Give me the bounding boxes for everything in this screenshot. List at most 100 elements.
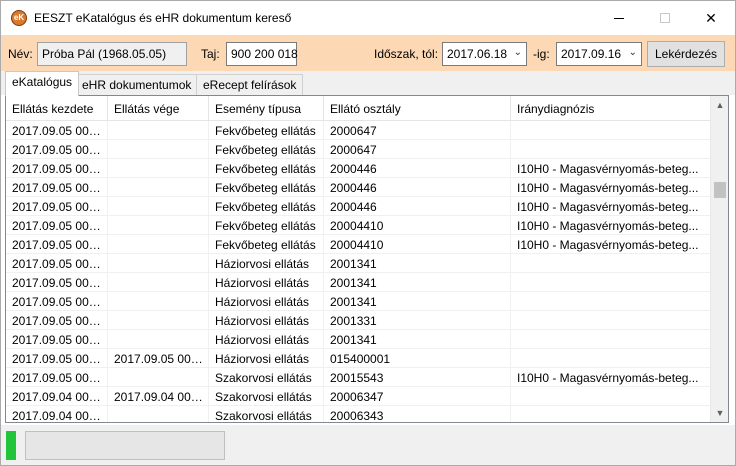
scroll-down-icon[interactable]: ▼ xyxy=(711,404,728,422)
column-header-diagnosis[interactable]: Iránydiagnózis xyxy=(511,96,710,121)
cell-diagnosis xyxy=(511,406,710,422)
table-row[interactable]: 2017.09.05 00:00 Fekvőbeteg ellátás 200044… xyxy=(6,159,710,178)
table-row[interactable]: 2017.09.05 00:00 Fekvőbeteg ellátás 200064… xyxy=(6,121,710,140)
table-row[interactable]: 2017.09.04 00:00 2017.09.04 00:00 Szakorvo… xyxy=(6,387,710,406)
cell-department: 2001331 xyxy=(324,311,511,330)
cell-start: 2017.09.04 00:00 xyxy=(6,406,108,422)
cell-end xyxy=(108,330,209,349)
cell-start: 2017.09.05 00:00 xyxy=(6,349,108,368)
cell-end xyxy=(108,273,209,292)
cell-start: 2017.09.05 00:00 xyxy=(6,292,108,311)
cell-start: 2017.09.05 00:00 xyxy=(6,368,108,387)
cell-diagnosis xyxy=(511,311,710,330)
cell-end xyxy=(108,216,209,235)
column-header-start[interactable]: Ellátás kezdete xyxy=(6,96,108,121)
table-row[interactable]: 2017.09.05 00:00 Szakorvosi ellátás 200155… xyxy=(6,368,710,387)
cell-event-type: Háziorvosi ellátás xyxy=(209,273,324,292)
name-label: Név: xyxy=(8,47,33,61)
cell-start: 2017.09.05 00:00 xyxy=(6,273,108,292)
tab-ehr-dokumentumok[interactable]: eHR dokumentumok xyxy=(75,74,199,95)
cell-diagnosis xyxy=(511,387,710,406)
column-header-end[interactable]: Ellátás vége xyxy=(108,96,209,121)
table-row[interactable]: 2017.09.04 00:00 Szakorvosi ellátás 200063… xyxy=(6,406,710,422)
cell-start: 2017.09.05 00:00 xyxy=(6,216,108,235)
cell-department: 20015543 xyxy=(324,368,511,387)
cell-event-type: Háziorvosi ellátás xyxy=(209,292,324,311)
cell-end xyxy=(108,406,209,422)
cell-diagnosis xyxy=(511,292,710,311)
cell-department: 2001341 xyxy=(324,254,511,273)
cell-start: 2017.09.05 00:00 xyxy=(6,311,108,330)
cell-start: 2017.09.05 00:00 xyxy=(6,254,108,273)
cell-diagnosis: I10H0 - Magasvérnyomás-beteg... xyxy=(517,162,699,176)
tab-erecept-felirasok[interactable]: eRecept felírások xyxy=(196,74,304,95)
minimize-button[interactable] xyxy=(596,1,642,35)
taj-label: Taj: xyxy=(201,47,220,61)
scroll-up-icon[interactable]: ▲ xyxy=(711,96,728,114)
table-row[interactable]: 2017.09.05 00:00 Fekvőbeteg ellátás 200044… xyxy=(6,178,710,197)
cell-diagnosis: I10H0 - Magasvérnyomás-beteg... xyxy=(517,371,699,385)
ekatalogus-table[interactable]: Ellátás kezdete Ellátás vége Esemény típ… xyxy=(5,95,729,423)
cell-end xyxy=(108,235,209,254)
table-row[interactable]: 2017.09.05 00:00 Fekvőbeteg ellátás 200044… xyxy=(6,197,710,216)
cell-event-type: Háziorvosi ellátás xyxy=(209,330,324,349)
column-header-event-type[interactable]: Esemény típusa xyxy=(209,96,324,121)
taj-field[interactable]: 900 200 018 xyxy=(226,42,298,66)
period-from-label: Időszak, tól: xyxy=(374,47,439,61)
table-row[interactable]: 2017.09.05 00:00 Háziorvosi ellátás 200134… xyxy=(6,330,710,349)
cell-diagnosis xyxy=(511,140,710,159)
table-row[interactable]: 2017.09.05 00:00 Háziorvosi ellátás 200134… xyxy=(6,292,710,311)
maximize-button[interactable] xyxy=(642,1,688,35)
table-row[interactable]: 2017.09.05 00:00 Fekvőbeteg ellátás 200064… xyxy=(6,140,710,159)
cell-department: 2000647 xyxy=(324,140,511,159)
period-to-datepicker[interactable]: 2017.09.16 ⌄ xyxy=(556,42,642,66)
minimize-icon xyxy=(614,17,624,19)
close-icon: ✕ xyxy=(705,9,717,26)
tab-strip: eKatalógus eHR dokumentumok eRecept felí… xyxy=(1,71,735,96)
cell-event-type: Fekvőbeteg ellátás xyxy=(209,216,324,235)
table-row[interactable]: 2017.09.05 00:00 Háziorvosi ellátás 200133… xyxy=(6,311,710,330)
table-row[interactable]: 2017.09.05 00:00 2017.09.05 00:00 Háziorvo… xyxy=(6,349,710,368)
period-to-label: -ig: xyxy=(533,47,550,61)
cell-event-type: Szakorvosi ellátás xyxy=(209,368,324,387)
vertical-scrollbar[interactable]: ▲ ▼ xyxy=(710,96,728,422)
cell-event-type: Fekvőbeteg ellátás xyxy=(209,235,324,254)
scroll-thumb[interactable] xyxy=(714,182,726,198)
cell-department: 20006343 xyxy=(324,406,511,422)
cell-start: 2017.09.05 00:00 xyxy=(6,197,108,216)
cell-end: 2017.09.04 00:00 xyxy=(108,387,209,406)
cell-start: 2017.09.05 00:00 xyxy=(6,330,108,349)
cell-diagnosis: I10H0 - Magasvérnyomás-beteg... xyxy=(517,238,699,252)
cell-start: 2017.09.05 00:00 xyxy=(6,235,108,254)
cell-diagnosis: I10H0 - Magasvérnyomás-beteg... xyxy=(517,200,699,214)
period-from-datepicker[interactable]: 2017.06.18 ⌄ xyxy=(442,42,527,66)
table-row[interactable]: 2017.09.05 00:00 Háziorvosi ellátás 200134… xyxy=(6,254,710,273)
cell-event-type: Fekvőbeteg ellátás xyxy=(209,178,324,197)
cell-event-type: Háziorvosi ellátás xyxy=(209,349,324,368)
chevron-down-icon[interactable]: ⌄ xyxy=(629,47,637,58)
cell-end: 2017.09.05 00:00 xyxy=(108,349,209,368)
table-row[interactable]: 2017.09.05 00:00 Fekvőbeteg ellátás 200044… xyxy=(6,235,710,254)
cell-event-type: Háziorvosi ellátás xyxy=(209,311,324,330)
cell-event-type: Szakorvosi ellátás xyxy=(209,406,324,422)
table-row[interactable]: 2017.09.05 00:00 Háziorvosi ellátás 200134… xyxy=(6,273,710,292)
maximize-icon xyxy=(660,13,670,23)
cell-event-type: Fekvőbeteg ellátás xyxy=(209,159,324,178)
table-row[interactable]: 2017.09.05 00:00 Fekvőbeteg ellátás 200044… xyxy=(6,216,710,235)
query-button[interactable]: Lekérdezés xyxy=(647,41,725,67)
cell-department: 2001341 xyxy=(324,273,511,292)
column-header-department[interactable]: Ellátó osztály xyxy=(324,96,511,121)
title-bar: eK EESZT eKatalógus és eHR dokumentum ke… xyxy=(1,1,735,35)
name-field[interactable]: Próba Pál (1968.05.05) xyxy=(37,42,187,66)
cell-diagnosis xyxy=(511,349,710,368)
cell-department: 2000647 xyxy=(324,121,511,140)
cell-event-type: Szakorvosi ellátás xyxy=(209,387,324,406)
close-button[interactable]: ✕ xyxy=(688,1,734,35)
cell-department: 2001341 xyxy=(324,292,511,311)
tab-ekatalogus[interactable]: eKatalógus xyxy=(5,71,80,96)
chevron-down-icon[interactable]: ⌄ xyxy=(514,47,522,58)
cell-end xyxy=(108,140,209,159)
cell-department: 20006347 xyxy=(324,387,511,406)
filter-bar: Név: Próba Pál (1968.05.05) Taj: 900 200… xyxy=(1,35,735,71)
cell-department: 2000446 xyxy=(324,197,511,216)
